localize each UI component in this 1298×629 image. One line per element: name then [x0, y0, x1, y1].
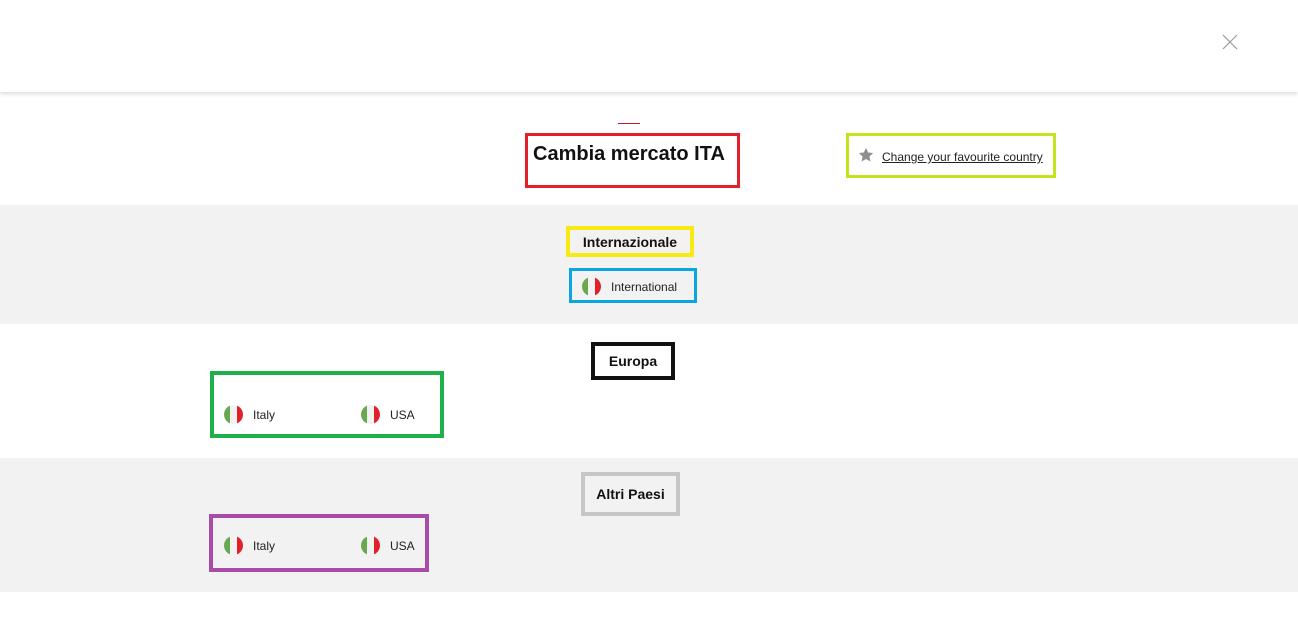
page-title: Cambia mercato ITA: [533, 143, 725, 165]
italy-flag-icon: [361, 405, 380, 424]
country-international[interactable]: International: [582, 277, 677, 296]
country-label: Italy: [253, 407, 276, 422]
italy-flag-icon: [582, 277, 601, 296]
other-countries-highlight: Italy USA: [209, 514, 429, 572]
country-label: USA: [390, 407, 415, 422]
section-title-international: Internazionale: [566, 226, 694, 257]
section-title-other: Altri Paesi: [581, 472, 680, 516]
country-label: USA: [390, 538, 415, 553]
country-usa[interactable]: USA: [361, 536, 415, 555]
section-title-text: Europa: [608, 353, 658, 369]
international-countries-highlight: International: [569, 268, 697, 303]
star-icon: [858, 147, 874, 162]
international-section: [0, 205, 1298, 324]
country-usa[interactable]: USA: [361, 405, 415, 424]
country-label: International: [611, 279, 678, 294]
close-icon: [1222, 34, 1238, 50]
modal-header: [0, 0, 1298, 92]
section-title-text: Internazionale: [582, 233, 678, 250]
title-highlight: Cambia mercato ITA: [525, 133, 740, 188]
italy-flag-icon: [224, 536, 243, 555]
europe-countries-highlight: Italy USA: [210, 371, 444, 438]
section-title-text: Altri Paesi: [596, 486, 665, 502]
section-title-europe: Europa: [591, 342, 675, 380]
italy-flag-icon: [361, 536, 380, 555]
italy-flag-icon: [224, 405, 243, 424]
close-button[interactable]: [1219, 31, 1241, 53]
country-italy[interactable]: Italy: [224, 405, 275, 424]
country-italy[interactable]: Italy: [224, 536, 275, 555]
title-accent-line: [618, 123, 640, 124]
country-label: Italy: [253, 538, 276, 553]
favourite-country-highlight: Change your favourite country: [846, 133, 1056, 178]
change-favourite-country-link[interactable]: Change your favourite country: [882, 150, 1043, 164]
